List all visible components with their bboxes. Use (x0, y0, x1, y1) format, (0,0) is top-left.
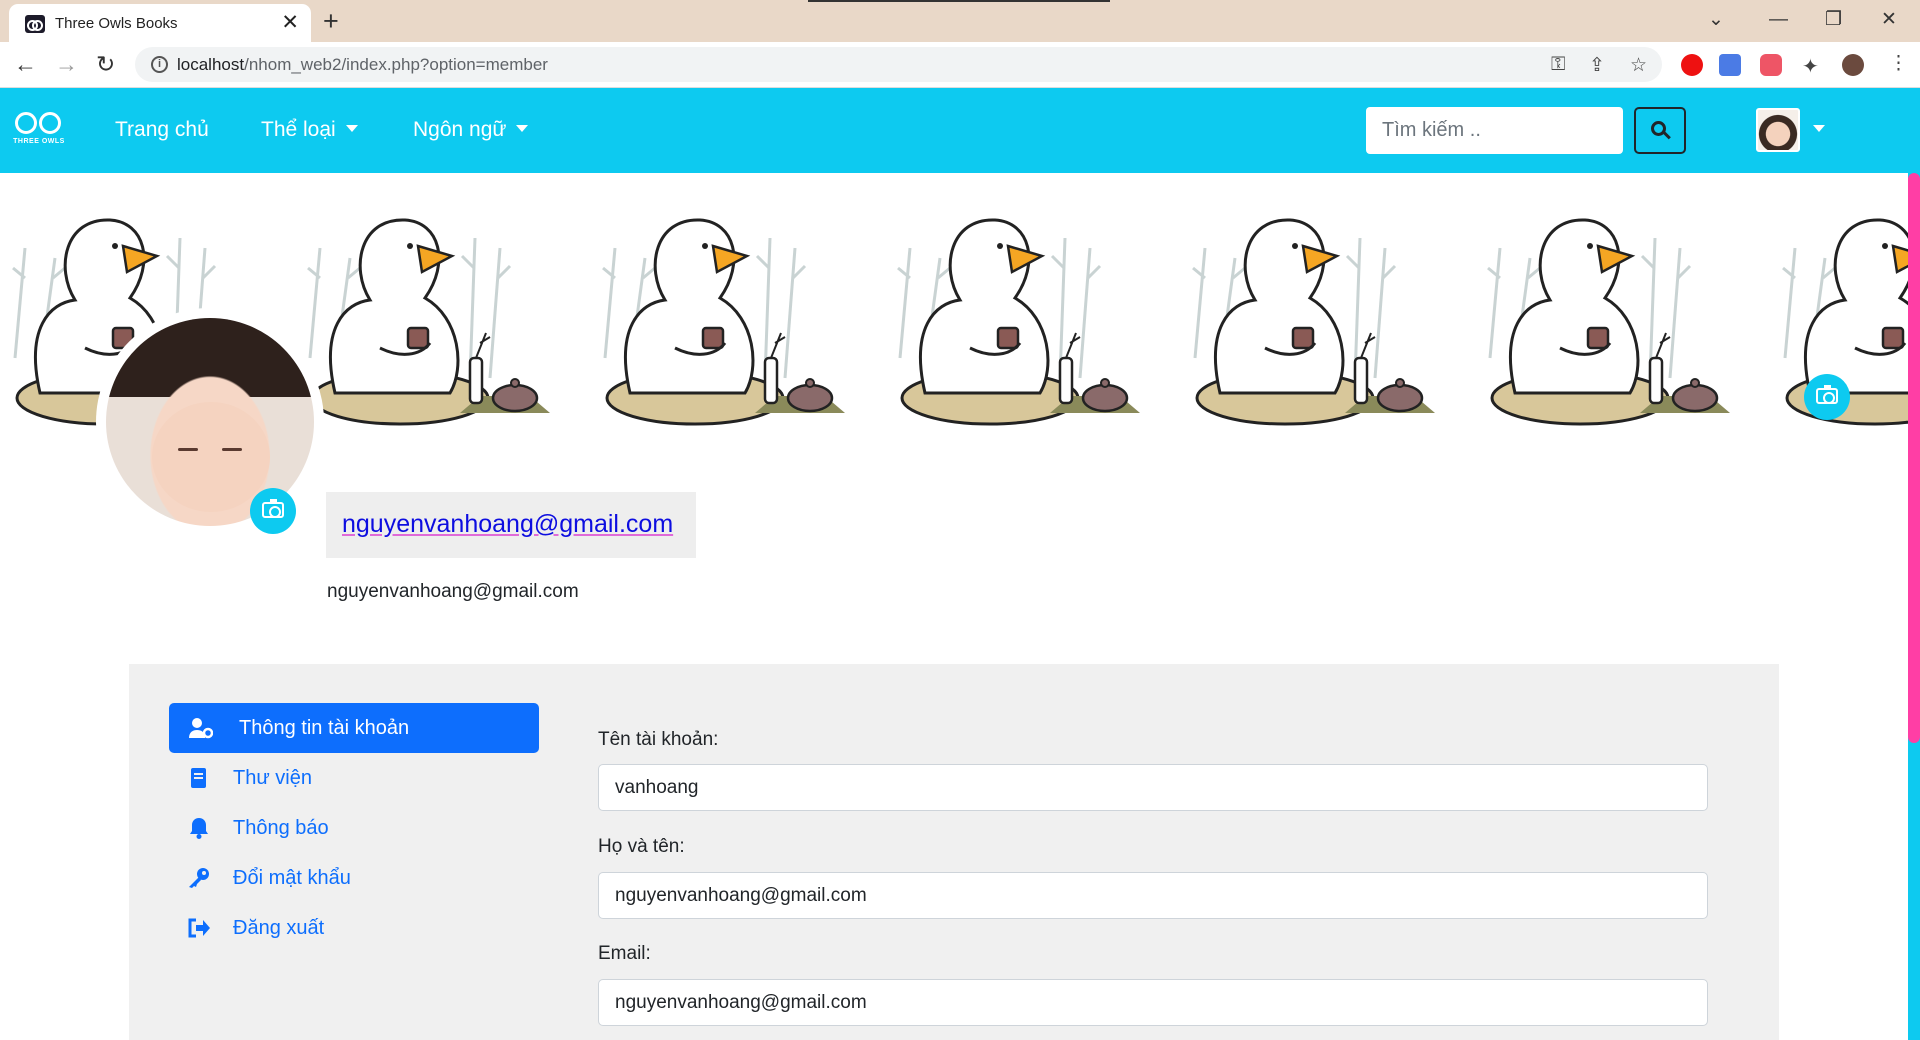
search-button[interactable] (1634, 107, 1686, 154)
username-label: Tên tài khoản: (598, 729, 719, 750)
site-navbar: THREE OWLS Trang chủ Thể loại Ngôn ngữ (0, 88, 1908, 173)
duck-illustration (1470, 208, 1765, 443)
menu-label: Đăng xuất (233, 917, 325, 939)
back-arrow-icon[interactable]: ← (14, 50, 37, 78)
sign-out-icon (188, 918, 210, 938)
menu-label: Đổi mật khẩu (233, 867, 351, 889)
minimize-icon[interactable]: — (1769, 6, 1788, 34)
browser-menu-icon[interactable]: ⋮ (1889, 52, 1908, 75)
shield-extension-icon[interactable] (1760, 54, 1782, 76)
menu-label: Thông báo (233, 817, 329, 839)
change-avatar-button[interactable] (250, 488, 296, 534)
camera-icon (1816, 385, 1838, 404)
menu-label: Thông tin tài khoản (239, 717, 410, 739)
scrollbar-thumb[interactable] (1908, 173, 1920, 743)
key-icon[interactable]: ⚿ (1551, 54, 1565, 76)
url-host: localhost (177, 55, 245, 74)
display-name[interactable]: nguyenvanhoang@gmail.com (342, 510, 673, 539)
user-avatar[interactable] (1756, 108, 1800, 152)
extensions-puzzle-icon[interactable]: ✦ (1802, 54, 1819, 79)
nav-language-dropdown[interactable]: Ngôn ngữ (413, 118, 528, 142)
change-cover-button[interactable] (1804, 374, 1850, 420)
forward-arrow-icon[interactable]: → (55, 50, 78, 78)
close-window-icon[interactable]: ✕ (1881, 6, 1897, 34)
address-bar[interactable]: i localhost/nhom_web2/index.php?option=m… (135, 47, 1662, 82)
restore-icon[interactable]: ❐ (1825, 6, 1842, 34)
browser-tab-strip: Three Owls Books ✕ + ⌄ — ❐ ✕ (0, 0, 1920, 42)
new-tab-icon[interactable]: + (323, 6, 339, 36)
key-icon (189, 868, 209, 888)
menu-label: Thư viện (233, 767, 312, 789)
bookmark-star-icon[interactable]: ☆ (1630, 54, 1647, 77)
translate-extension-icon[interactable] (1719, 54, 1741, 76)
owl-eyes-icon (15, 112, 63, 136)
display-name-box[interactable]: nguyenvanhoang@gmail.com (326, 492, 696, 558)
tab-title: Three Owls Books (55, 15, 178, 32)
profile-avatar-icon[interactable] (1842, 54, 1864, 76)
browser-tab[interactable]: Three Owls Books ✕ (9, 4, 311, 42)
reload-icon[interactable]: ↻ (96, 50, 115, 78)
account-panel: Thông tin tài khoản Thư viện Thông báo Đ… (129, 664, 1779, 1040)
profile-email: nguyenvanhoang@gmail.com (327, 581, 579, 602)
url-text: localhost/nhom_web2/index.php?option=mem… (177, 55, 548, 75)
owl-favicon-icon (25, 15, 45, 33)
nav-home-link[interactable]: Trang chủ (115, 118, 209, 142)
fullname-field[interactable]: nguyenvanhoang@gmail.com (598, 872, 1708, 919)
bell-icon (190, 818, 208, 839)
duck-illustration (1175, 208, 1470, 443)
user-cog-icon (189, 718, 213, 739)
duck-illustration (290, 208, 585, 443)
menu-logout[interactable]: Đăng xuất (169, 903, 539, 953)
menu-library[interactable]: Thư viện (169, 753, 539, 803)
three-owls-logo[interactable]: THREE OWLS (13, 106, 65, 154)
search-input[interactable] (1366, 107, 1623, 154)
duck-illustration (585, 208, 880, 443)
camera-icon (262, 499, 284, 518)
close-tab-icon[interactable]: ✕ (281, 11, 299, 35)
opera-extension-icon[interactable] (1681, 54, 1703, 76)
site-info-icon[interactable]: i (151, 56, 168, 73)
email-label: Email: (598, 943, 651, 964)
book-icon (191, 768, 206, 788)
fullname-label: Họ và tên: (598, 836, 685, 857)
menu-notifications[interactable]: Thông báo (169, 803, 539, 853)
share-icon[interactable]: ⇪ (1589, 54, 1605, 77)
duck-illustration (880, 208, 1175, 443)
username-field[interactable]: vanhoang (598, 764, 1708, 811)
menu-account-info[interactable]: Thông tin tài khoản (169, 703, 539, 753)
logo-text: THREE OWLS (13, 138, 65, 145)
tab-search-chevron-icon[interactable]: ⌄ (1708, 6, 1724, 34)
email-field[interactable]: nguyenvanhoang@gmail.com (598, 979, 1708, 1026)
nav-category-dropdown[interactable]: Thể loại (261, 118, 358, 142)
user-menu-caret-icon[interactable] (1813, 125, 1825, 132)
browser-toolbar: ← → ↻ i localhost/nhom_web2/index.php?op… (0, 42, 1920, 88)
menu-change-password[interactable]: Đổi mật khẩu (169, 853, 539, 903)
tab-strip-indicator (808, 0, 1110, 2)
url-path: /nhom_web2/index.php?option=member (244, 55, 548, 74)
